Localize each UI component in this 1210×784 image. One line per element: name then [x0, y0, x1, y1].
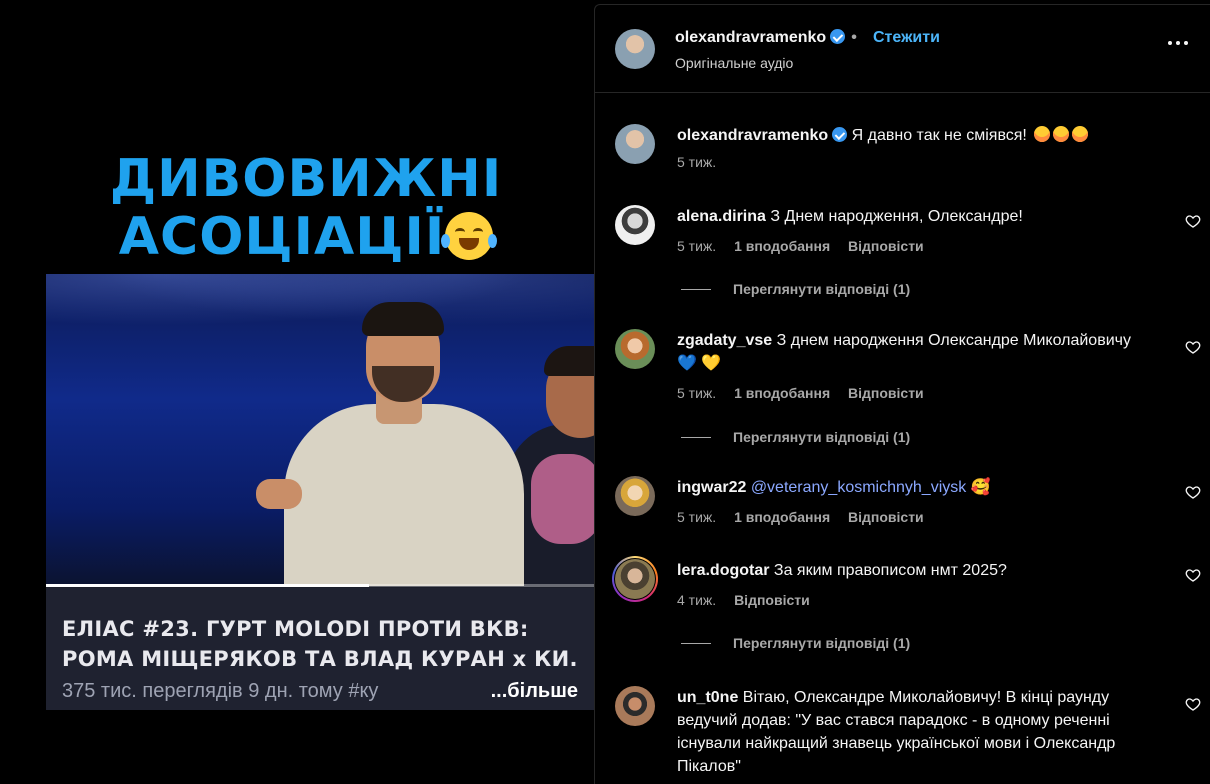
comment-item: ingwar22 @veterany_kosmichnyh_viysk 🥰 5 …	[595, 476, 1210, 536]
overlay-title-line2: АСОЦІАЦІЇ	[118, 207, 446, 267]
like-heart-icon[interactable]	[1185, 484, 1201, 500]
like-heart-icon[interactable]	[1185, 567, 1201, 583]
view-replies-button[interactable]: Переглянути відповіді (1)	[681, 635, 910, 651]
avatar[interactable]	[615, 124, 655, 164]
view-replies-button[interactable]: Переглянути відповіді (1)	[681, 281, 910, 297]
comment-likes[interactable]: 1 вподобання	[734, 238, 830, 254]
comment-text: За яким правописом нмт 2025?	[773, 562, 1007, 579]
video-meta-text: 375 тис. переглядів 9 дн. тому #ку	[62, 680, 379, 702]
comment-likes[interactable]: 1 вподобання	[734, 509, 830, 525]
comment-item: zgadaty_vse З днем народження Олександре…	[595, 329, 1210, 449]
comment-emoji: 🥰	[970, 479, 991, 496]
reply-button[interactable]: Відповісти	[848, 238, 924, 254]
grinning-emoji-icon	[1034, 126, 1051, 142]
stage-scene	[46, 274, 594, 586]
comment-time[interactable]: 4 тиж.	[677, 592, 716, 608]
author-info: olexandravramenko •	[675, 29, 863, 47]
comment-time[interactable]: 5 тиж.	[677, 154, 716, 170]
view-replies-label: Переглянути відповіді (1)	[733, 635, 911, 651]
view-replies-button[interactable]: Переглянути відповіді (1)	[681, 429, 910, 445]
like-heart-icon[interactable]	[1185, 213, 1201, 229]
author-username[interactable]: olexandravramenko	[675, 29, 826, 46]
comment-emoji-line: 💙 💛	[677, 355, 722, 372]
comment-username[interactable]: un_t0ne	[677, 689, 738, 706]
separator-dot: •	[851, 29, 857, 46]
more-link[interactable]: ...більше	[482, 680, 578, 703]
follow-button[interactable]: Стежити	[873, 29, 940, 47]
comment-meta: 5 тиж.	[677, 154, 730, 170]
verified-badge-icon	[830, 29, 846, 44]
video-title-line1: ЕЛІАС #23. ГУРТ MOLODI ПРОТИ ВКВ:	[62, 617, 529, 641]
comment-body: olexandravramenko Я давно так не сміявся…	[677, 124, 1157, 147]
video-progress-bar[interactable]	[46, 584, 594, 587]
comment-username[interactable]: olexandravramenko	[677, 127, 828, 144]
comment-item: un_t0ne Вітаю, Олександре Миколайовичу! …	[595, 686, 1210, 784]
replies-divider	[681, 289, 711, 290]
comment-text: З Днем народження, Олександре!	[770, 208, 1023, 225]
comment-item: alena.dirina З Днем народження, Олександ…	[595, 205, 1210, 315]
avatar[interactable]	[615, 476, 655, 516]
overlay-title-line1: ДИВОВИЖНІ	[109, 149, 503, 209]
comment-meta: 5 тиж. 1 вподобання Відповісти	[677, 509, 938, 525]
comment-text: Я давно так не сміявся!	[851, 127, 1027, 144]
caption-comment: olexandravramenko Я давно так не сміявся…	[595, 124, 1210, 184]
overlay-title: ДИВОВИЖНІ АСОЦІАЦІЇ	[18, 150, 594, 266]
video-thumbnail[interactable]: ЕЛІАС #23. ГУРТ MOLODI ПРОТИ ВКВ: РОМА М…	[46, 274, 594, 710]
like-heart-icon[interactable]	[1185, 696, 1201, 712]
video-progress-fill	[46, 584, 370, 587]
comment-username[interactable]: zgadaty_vse	[677, 332, 772, 349]
comment-time[interactable]: 5 тиж.	[677, 385, 716, 401]
comment-text: Вітаю, Олександре Миколайовичу! В кінці …	[677, 689, 1116, 775]
comments-list: olexandravramenko Я давно так не сміявся…	[595, 94, 1210, 784]
comment-meta: 5 тиж. 1 вподобання Відповісти	[677, 385, 938, 401]
comment-item: lera.dogotar За яким правописом нмт 2025…	[595, 556, 1210, 669]
video-title-line2: РОМА МІЩЕРЯКОВ ТА ВЛАД КУРАН х КИ...	[62, 647, 578, 671]
avatar[interactable]	[615, 329, 655, 369]
view-replies-label: Переглянути відповіді (1)	[733, 429, 911, 445]
more-options-icon[interactable]	[1168, 41, 1188, 47]
reply-button[interactable]: Відповісти	[734, 592, 810, 608]
comment-username[interactable]: lera.dogotar	[677, 562, 769, 579]
replies-divider	[681, 437, 711, 438]
comment-body: ingwar22 @veterany_kosmichnyh_viysk 🥰	[677, 476, 1157, 499]
video-caption: ЕЛІАС #23. ГУРТ MOLODI ПРОТИ ВКВ: РОМА М…	[46, 588, 594, 710]
comment-username[interactable]: ingwar22	[677, 479, 746, 496]
grinning-emoji-icon	[1053, 126, 1070, 142]
comment-body: alena.dirina З Днем народження, Олександ…	[677, 205, 1157, 228]
author-avatar[interactable]	[615, 29, 655, 69]
avatar[interactable]	[615, 686, 655, 726]
comment-body: un_t0ne Вітаю, Олександре Миколайовичу! …	[677, 686, 1167, 778]
verified-badge-icon	[832, 127, 848, 142]
laughing-emoji-icon	[441, 212, 498, 260]
comment-username[interactable]: alena.dirina	[677, 208, 766, 225]
comment-time[interactable]: 5 тиж.	[677, 509, 716, 525]
replies-divider	[681, 643, 711, 644]
comment-meta: 4 тиж. Відповісти	[677, 592, 824, 608]
comment-meta: 5 тиж. 1 вподобання Відповісти	[677, 238, 938, 254]
original-audio-link[interactable]: Оригінальне аудіо	[675, 55, 793, 71]
comment-mention-link[interactable]: @veterany_kosmichnyh_viysk	[751, 479, 966, 496]
comment-body: lera.dogotar За яким правописом нмт 2025…	[677, 559, 1157, 582]
avatar[interactable]	[615, 559, 655, 599]
comment-likes[interactable]: 1 вподобання	[734, 385, 830, 401]
avatar[interactable]	[615, 205, 655, 245]
like-heart-icon[interactable]	[1185, 339, 1201, 355]
comment-body: zgadaty_vse З днем народження Олександре…	[677, 329, 1157, 375]
post-header: olexandravramenko • Стежити Оригінальне а…	[595, 5, 1210, 93]
reply-button[interactable]: Відповісти	[848, 385, 924, 401]
view-replies-label: Переглянути відповіді (1)	[733, 281, 911, 297]
comment-text: З днем народження Олександре Миколайович…	[776, 332, 1131, 349]
comment-time[interactable]: 5 тиж.	[677, 238, 716, 254]
reel-media[interactable]: ДИВОВИЖНІ АСОЦІАЦІЇ ЕЛІАС #23. ГУРТ MOLO…	[18, 0, 594, 784]
comments-panel: olexandravramenko • Стежити Оригінальне а…	[594, 4, 1210, 784]
grinning-emoji-icon	[1072, 126, 1089, 142]
video-meta: 375 тис. переглядів 9 дн. тому #ку ...бі…	[62, 680, 578, 703]
reply-button[interactable]: Відповісти	[848, 509, 924, 525]
